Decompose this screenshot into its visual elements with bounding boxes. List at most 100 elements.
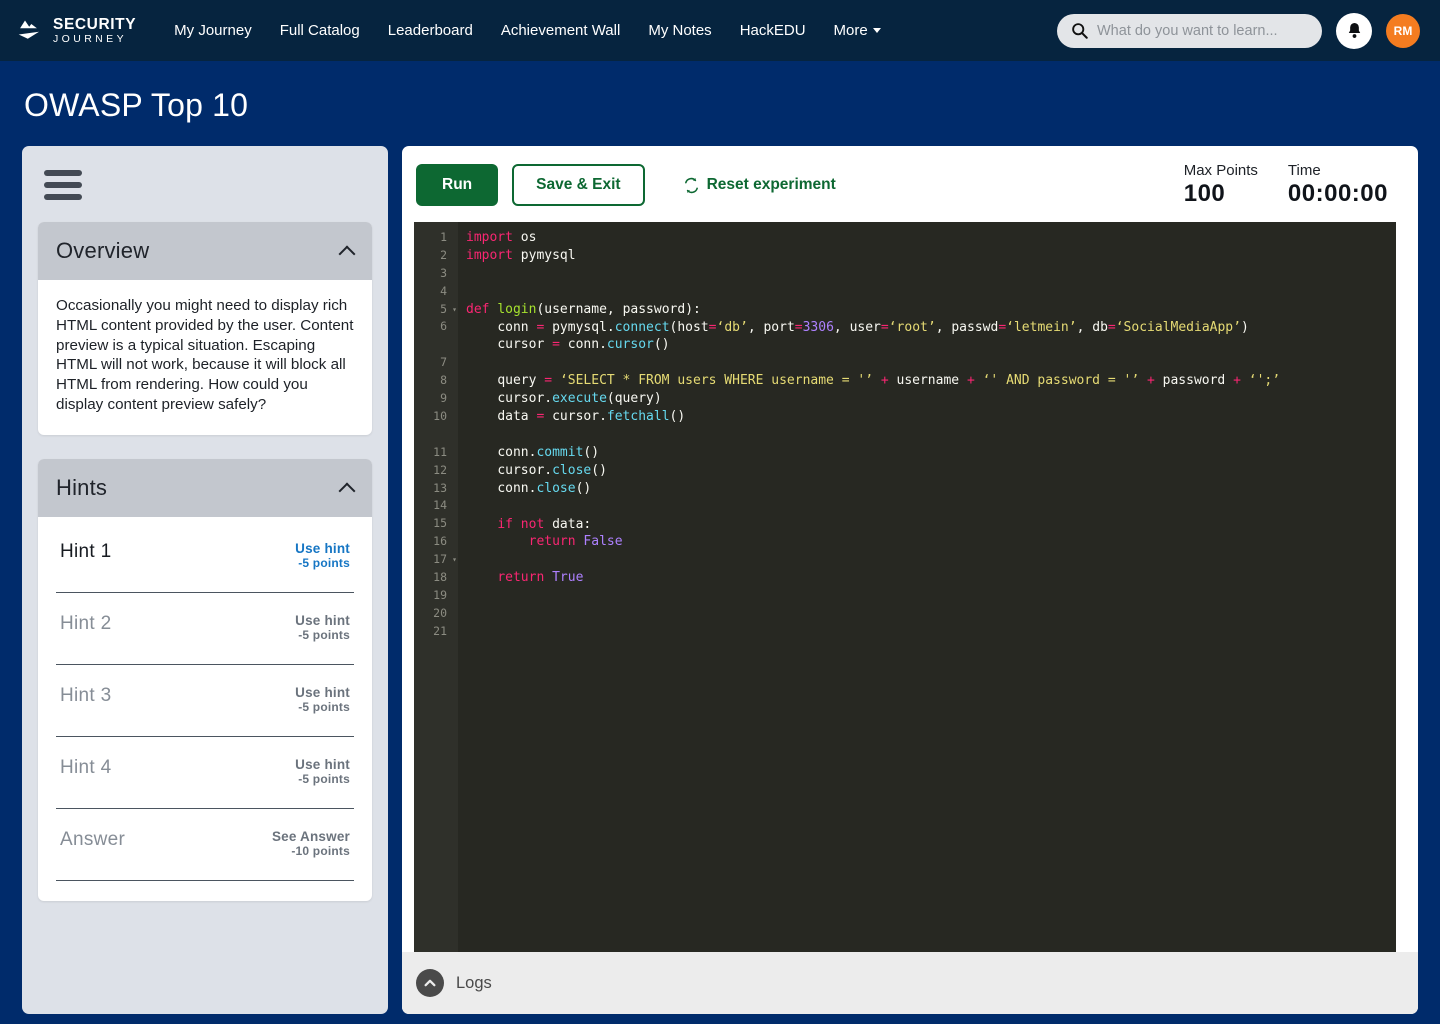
chevron-up-icon[interactable]	[340, 481, 354, 495]
logs-label: Logs	[456, 974, 492, 993]
time-value: 00:00:00	[1288, 180, 1388, 208]
brand-logo[interactable]: SECURITY JOURNEY	[18, 17, 136, 45]
use-hint-button[interactable]: Use hint -5 points	[295, 685, 350, 714]
use-hint-label: Use hint	[295, 757, 350, 772]
answer-label: Answer	[60, 829, 125, 851]
hint-label: Hint 3	[60, 685, 111, 707]
overview-title: Overview	[56, 238, 149, 264]
save-and-exit-button[interactable]: Save & Exit	[512, 164, 644, 206]
line-number: 14	[414, 497, 458, 515]
line-number: 8	[414, 372, 458, 390]
hint-row[interactable]: Hint 2 Use hint -5 points	[56, 593, 354, 665]
use-hint-button[interactable]: Use hint -5 points	[295, 757, 350, 786]
line-number: 3	[414, 265, 458, 283]
hint-row[interactable]: Hint 4 Use hint -5 points	[56, 737, 354, 809]
use-hint-label: Use hint	[295, 685, 350, 700]
top-navbar: SECURITY JOURNEY My Journey Full Catalog…	[0, 0, 1440, 61]
nav-links: My Journey Full Catalog Leaderboard Achi…	[160, 14, 895, 47]
search-input[interactable]	[1097, 23, 1308, 39]
logo-subtitle: JOURNEY	[53, 34, 136, 45]
avatar-initials: RM	[1394, 24, 1413, 38]
hamburger-bar	[44, 170, 82, 176]
nav-link-full-catalog[interactable]: Full Catalog	[266, 14, 374, 47]
time-stat: Time 00:00:00	[1288, 162, 1388, 208]
line-number: 15	[414, 515, 458, 533]
overview-text: Occasionally you might need to display r…	[56, 296, 354, 415]
search-box[interactable]	[1057, 14, 1322, 48]
use-hint-points: -5 points	[295, 700, 350, 714]
hint-label: Hint 2	[60, 613, 111, 635]
chevron-up-icon[interactable]	[340, 244, 354, 258]
chevron-down-icon	[873, 28, 881, 33]
line-number: 7	[414, 354, 458, 372]
line-number: 21	[414, 623, 458, 641]
see-answer-points: -10 points	[272, 844, 350, 858]
workspace: Overview Occasionally you might need to …	[0, 146, 1440, 1019]
hints-card-header[interactable]: Hints	[38, 459, 372, 517]
overview-card-body: Occasionally you might need to display r…	[38, 280, 372, 435]
navbar-right-group: RM	[1057, 13, 1420, 49]
bell-icon	[1345, 21, 1364, 40]
hamburger-menu-icon[interactable]	[38, 164, 84, 222]
line-number: 1	[414, 229, 458, 247]
reset-experiment-label: Reset experiment	[707, 176, 836, 194]
answer-row[interactable]: Answer See Answer -10 points	[56, 809, 354, 881]
max-points-stat: Max Points 100	[1184, 162, 1258, 208]
search-icon	[1071, 22, 1088, 39]
nav-link-hackedu[interactable]: HackEDU	[726, 14, 820, 47]
line-number: 11	[414, 444, 458, 462]
line-number: 4	[414, 283, 458, 301]
time-label: Time	[1288, 162, 1388, 179]
line-number: 17	[414, 551, 458, 569]
editor-line-numbers: 123456789101112131415161718192021	[414, 222, 458, 952]
see-answer-button[interactable]: See Answer -10 points	[272, 829, 350, 858]
nav-link-more-label: More	[834, 22, 868, 39]
sidebar: Overview Occasionally you might need to …	[22, 146, 388, 1014]
page-title: OWASP Top 10	[24, 87, 1440, 124]
editor-toolbar: Run Save & Exit Reset experiment Max Poi…	[402, 146, 1418, 222]
line-number: 2	[414, 247, 458, 265]
refresh-icon	[683, 177, 700, 194]
main-panel: Run Save & Exit Reset experiment Max Poi…	[402, 146, 1418, 1014]
hints-title: Hints	[56, 475, 107, 501]
line-number: 19	[414, 587, 458, 605]
line-number: 5	[414, 301, 458, 319]
stats-group: Max Points 100 Time 00:00:00	[1184, 162, 1396, 208]
chevron-up-circle-icon[interactable]	[416, 969, 444, 997]
nav-link-achievement-wall[interactable]: Achievement Wall	[487, 14, 635, 47]
logs-toggle-bar[interactable]: Logs	[402, 952, 1418, 1014]
hint-row[interactable]: Hint 1 Use hint -5 points	[56, 521, 354, 593]
overview-card-header[interactable]: Overview	[38, 222, 372, 280]
hint-label: Hint 4	[60, 757, 111, 779]
line-number: 18	[414, 569, 458, 587]
line-number: 20	[414, 605, 458, 623]
line-number: 16	[414, 533, 458, 551]
page-title-band: OWASP Top 10	[0, 61, 1440, 146]
line-number: 9	[414, 390, 458, 408]
mountain-logo-icon	[18, 18, 46, 44]
use-hint-points: -5 points	[295, 628, 350, 642]
use-hint-button[interactable]: Use hint -5 points	[295, 541, 350, 570]
see-answer-label: See Answer	[272, 829, 350, 844]
nav-link-more[interactable]: More	[820, 14, 895, 47]
reset-experiment-button[interactable]: Reset experiment	[683, 176, 836, 194]
use-hint-button[interactable]: Use hint -5 points	[295, 613, 350, 642]
use-hint-label: Use hint	[295, 541, 350, 556]
hints-card-body: Hint 1 Use hint -5 points Hint 2 Use hin…	[38, 517, 372, 901]
editor-code-area[interactable]: import os import pymysql def login(usern…	[458, 222, 1396, 952]
max-points-value: 100	[1184, 180, 1258, 208]
nav-link-my-notes[interactable]: My Notes	[634, 14, 725, 47]
nav-link-my-journey[interactable]: My Journey	[160, 14, 266, 47]
line-number: 12	[414, 462, 458, 480]
run-button[interactable]: Run	[416, 164, 498, 206]
notifications-button[interactable]	[1336, 13, 1372, 49]
code-editor[interactable]: 123456789101112131415161718192021 import…	[414, 222, 1396, 952]
line-number: 10	[414, 408, 458, 444]
use-hint-points: -5 points	[295, 772, 350, 786]
hint-row[interactable]: Hint 3 Use hint -5 points	[56, 665, 354, 737]
nav-link-leaderboard[interactable]: Leaderboard	[374, 14, 487, 47]
line-number: 6	[414, 318, 458, 354]
hints-card: Hints Hint 1 Use hint -5 points Hint 2 U…	[38, 459, 372, 901]
avatar[interactable]: RM	[1386, 14, 1420, 48]
max-points-label: Max Points	[1184, 162, 1258, 179]
